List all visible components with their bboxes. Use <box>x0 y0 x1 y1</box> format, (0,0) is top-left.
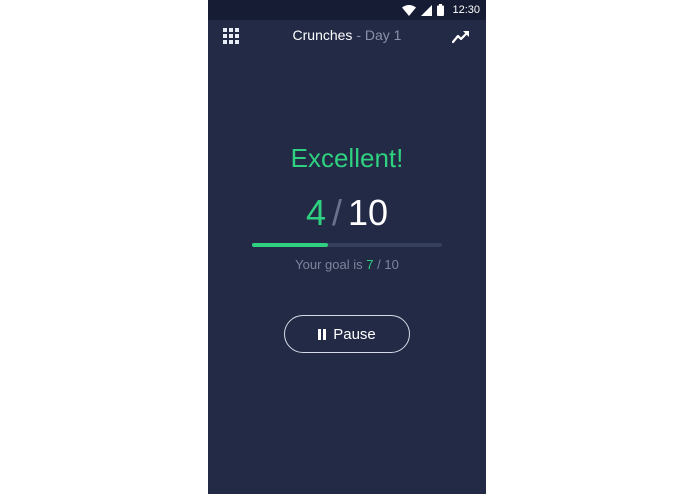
phone-screen: 12:30 Crunches - Day 1 Excellent! 4/10 Y… <box>208 0 486 494</box>
pause-label: Pause <box>333 325 376 343</box>
title-separator: - <box>356 27 361 43</box>
status-time: 12:30 <box>452 4 480 16</box>
progress-bar <box>252 243 442 247</box>
goal-text: Your goal is 7 / 10 <box>208 257 486 272</box>
current-reps: 4 <box>305 192 326 233</box>
goal-suffix: / 10 <box>377 257 399 272</box>
feedback-message: Excellent! <box>290 143 404 173</box>
page-title: Crunches - Day 1 <box>208 27 486 43</box>
wifi-icon <box>402 4 417 16</box>
status-icons: 12:30 <box>402 0 480 20</box>
cellular-signal-icon <box>421 4 433 16</box>
progress-fill <box>252 243 328 247</box>
trend-chart-icon[interactable] <box>452 30 470 44</box>
day-label: Day 1 <box>364 27 402 43</box>
app-bar: Crunches - Day 1 <box>208 20 486 50</box>
status-bar: 12:30 <box>208 0 486 20</box>
goal-target: 7 <box>366 257 374 272</box>
total-reps: 10 <box>348 192 389 233</box>
goal-prefix: Your goal is <box>295 257 363 272</box>
exercise-name: Crunches <box>292 27 353 43</box>
pause-icon <box>318 328 327 340</box>
rep-counter: 4/10 <box>208 192 486 234</box>
battery-icon <box>437 4 445 16</box>
counter-slash: / <box>331 192 342 233</box>
pause-button[interactable]: Pause <box>284 315 410 353</box>
